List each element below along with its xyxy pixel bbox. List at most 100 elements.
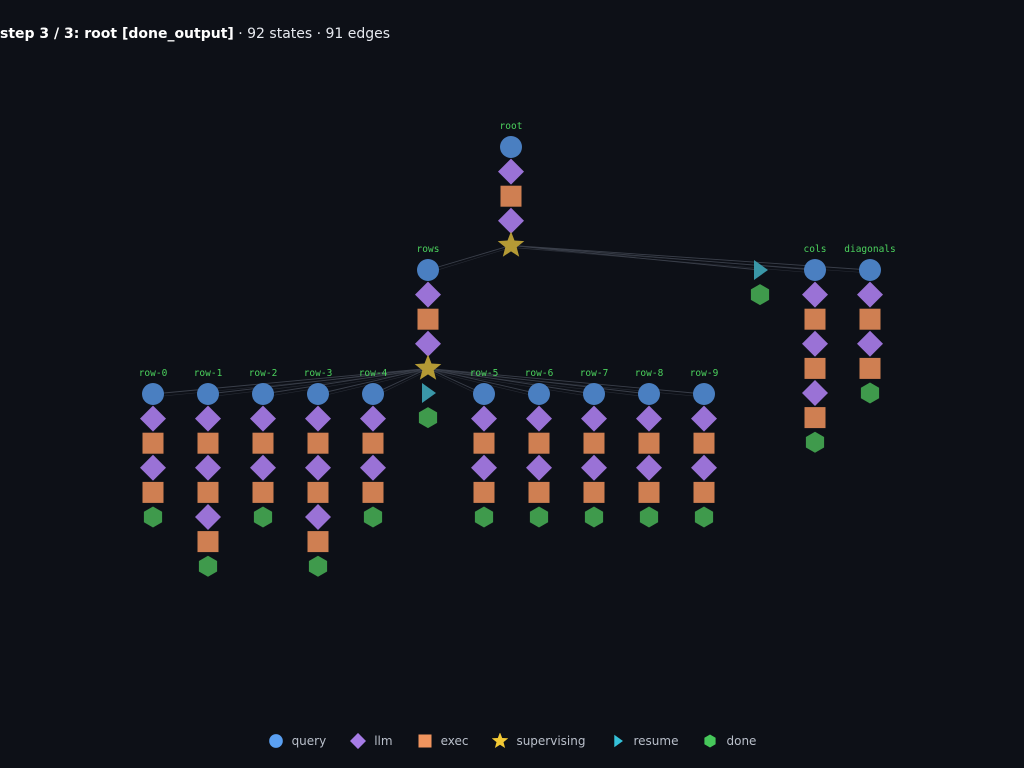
supervising-legend-icon [492, 733, 509, 748]
chain-cols [802, 259, 828, 453]
rows-llm-node-1 [415, 281, 441, 308]
rows-resume-node-5 [422, 383, 436, 403]
row-2-query-node-0 [252, 383, 274, 405]
edge-return-rows [427, 247, 512, 274]
chain-label: row-1 [194, 368, 223, 379]
root-done-node-1 [750, 284, 770, 306]
row-9-llm-node-3 [691, 454, 717, 481]
row-0-exec-node-2 [142, 432, 164, 454]
diagonals-query-node-0 [859, 259, 881, 281]
chain-label: row-2 [249, 368, 278, 379]
chain-label: diagonals [844, 244, 895, 255]
root-resume-chain [750, 260, 770, 306]
chain-label: row-0 [139, 368, 168, 379]
row-4-exec-node-2 [362, 432, 384, 454]
chain-label: row-5 [470, 368, 499, 379]
row-7-exec-node-2 [583, 432, 605, 454]
cols-query-node-0 [804, 259, 826, 281]
row-6-exec-node-2 [528, 432, 550, 454]
row-1-query-node-0 [197, 383, 219, 405]
chain-label: row-8 [635, 368, 664, 379]
row-5-query-node-0 [473, 383, 495, 405]
row-1-llm-node-3 [195, 454, 221, 481]
legend: query llm exec supervising resume done [0, 733, 1024, 749]
row-5-exec-node-4 [473, 481, 495, 503]
row-1-llm-node-1 [195, 405, 221, 432]
chain-row-8 [636, 383, 662, 528]
row-4-exec-node-4 [362, 481, 384, 503]
row-4-llm-node-1 [360, 405, 386, 432]
legend-label: llm [374, 734, 393, 748]
legend-item-llm: llm [350, 733, 393, 749]
row-7-query-node-0 [583, 383, 605, 405]
chain-row-0 [140, 383, 166, 528]
row-6-llm-node-3 [526, 454, 552, 481]
done-icon [704, 734, 717, 748]
row-0-exec-node-4 [142, 481, 164, 503]
row-9-done-node-5 [694, 506, 714, 528]
cols-llm-node-5 [802, 380, 828, 406]
row-4-query-node-0 [362, 383, 384, 405]
row-5-llm-node-3 [471, 454, 497, 481]
query-legend-icon [268, 734, 283, 748]
chain-row-4 [360, 383, 386, 528]
row-2-exec-node-4 [252, 481, 274, 503]
row-8-query-node-0 [638, 383, 660, 405]
row-3-llm-node-3 [305, 454, 331, 481]
done-legend-icon [704, 734, 717, 748]
row-1-exec-node-6 [197, 531, 219, 553]
row-6-exec-node-4 [528, 481, 550, 503]
row-3-exec-node-2 [307, 432, 329, 454]
supervising-icon [492, 733, 509, 748]
row-2-exec-node-2 [252, 432, 274, 454]
row-1-exec-node-4 [197, 481, 219, 503]
rows-done-node-6 [418, 407, 438, 429]
row-9-query-node-0 [693, 383, 715, 405]
cols-llm-node-1 [802, 281, 828, 308]
diagonals-exec-node-4 [859, 357, 881, 379]
row-7-done-node-5 [584, 506, 604, 528]
row-3-llm-node-1 [305, 405, 331, 432]
root-exec-node-2 [500, 185, 522, 207]
diagonals-done-node-5 [860, 382, 880, 404]
legend-label: query [291, 734, 327, 748]
chain-label: row-7 [580, 368, 609, 379]
root-query-node-0 [500, 136, 522, 158]
chain-row-3 [305, 383, 331, 577]
edge-root-rows [427, 244, 512, 271]
row-4-done-node-5 [363, 506, 383, 528]
rows-exec-node-2 [417, 308, 439, 330]
diagonals-llm-node-3 [857, 330, 883, 357]
row-3-query-node-0 [307, 383, 329, 405]
chain-row-5 [471, 383, 497, 528]
diagonals-llm-node-1 [857, 281, 883, 308]
row-5-done-node-5 [474, 506, 494, 528]
row-1-exec-node-2 [197, 432, 219, 454]
cols-exec-node-6 [804, 407, 826, 429]
row-2-llm-node-3 [250, 454, 276, 481]
legend-item-supervising: supervising [492, 733, 586, 749]
rows-supervising-node-4 [414, 354, 442, 380]
chain-label: row-9 [690, 368, 719, 379]
row-8-done-node-5 [639, 506, 659, 528]
row-7-llm-node-1 [581, 405, 607, 432]
row-3-exec-node-6 [307, 531, 329, 553]
row-0-llm-node-1 [140, 405, 166, 432]
llm-legend-icon [350, 733, 367, 749]
chain-label: row-4 [359, 368, 388, 379]
root-supervising-node-4 [497, 231, 525, 257]
row-5-exec-node-2 [473, 432, 495, 454]
query-icon [268, 734, 283, 748]
row-1-llm-node-5 [195, 504, 221, 530]
legend-item-query: query [268, 733, 327, 749]
root-llm-node-1 [498, 158, 524, 185]
row-8-llm-node-1 [636, 405, 662, 432]
row-5-llm-node-1 [471, 405, 497, 432]
chain-label: cols [804, 244, 827, 255]
legend-label: done [726, 734, 757, 748]
exec-icon [418, 734, 432, 748]
cols-exec-node-2 [804, 308, 826, 330]
row-4-llm-node-3 [360, 454, 386, 481]
chain-row-1 [195, 383, 221, 577]
rows-query-node-0 [417, 259, 439, 281]
